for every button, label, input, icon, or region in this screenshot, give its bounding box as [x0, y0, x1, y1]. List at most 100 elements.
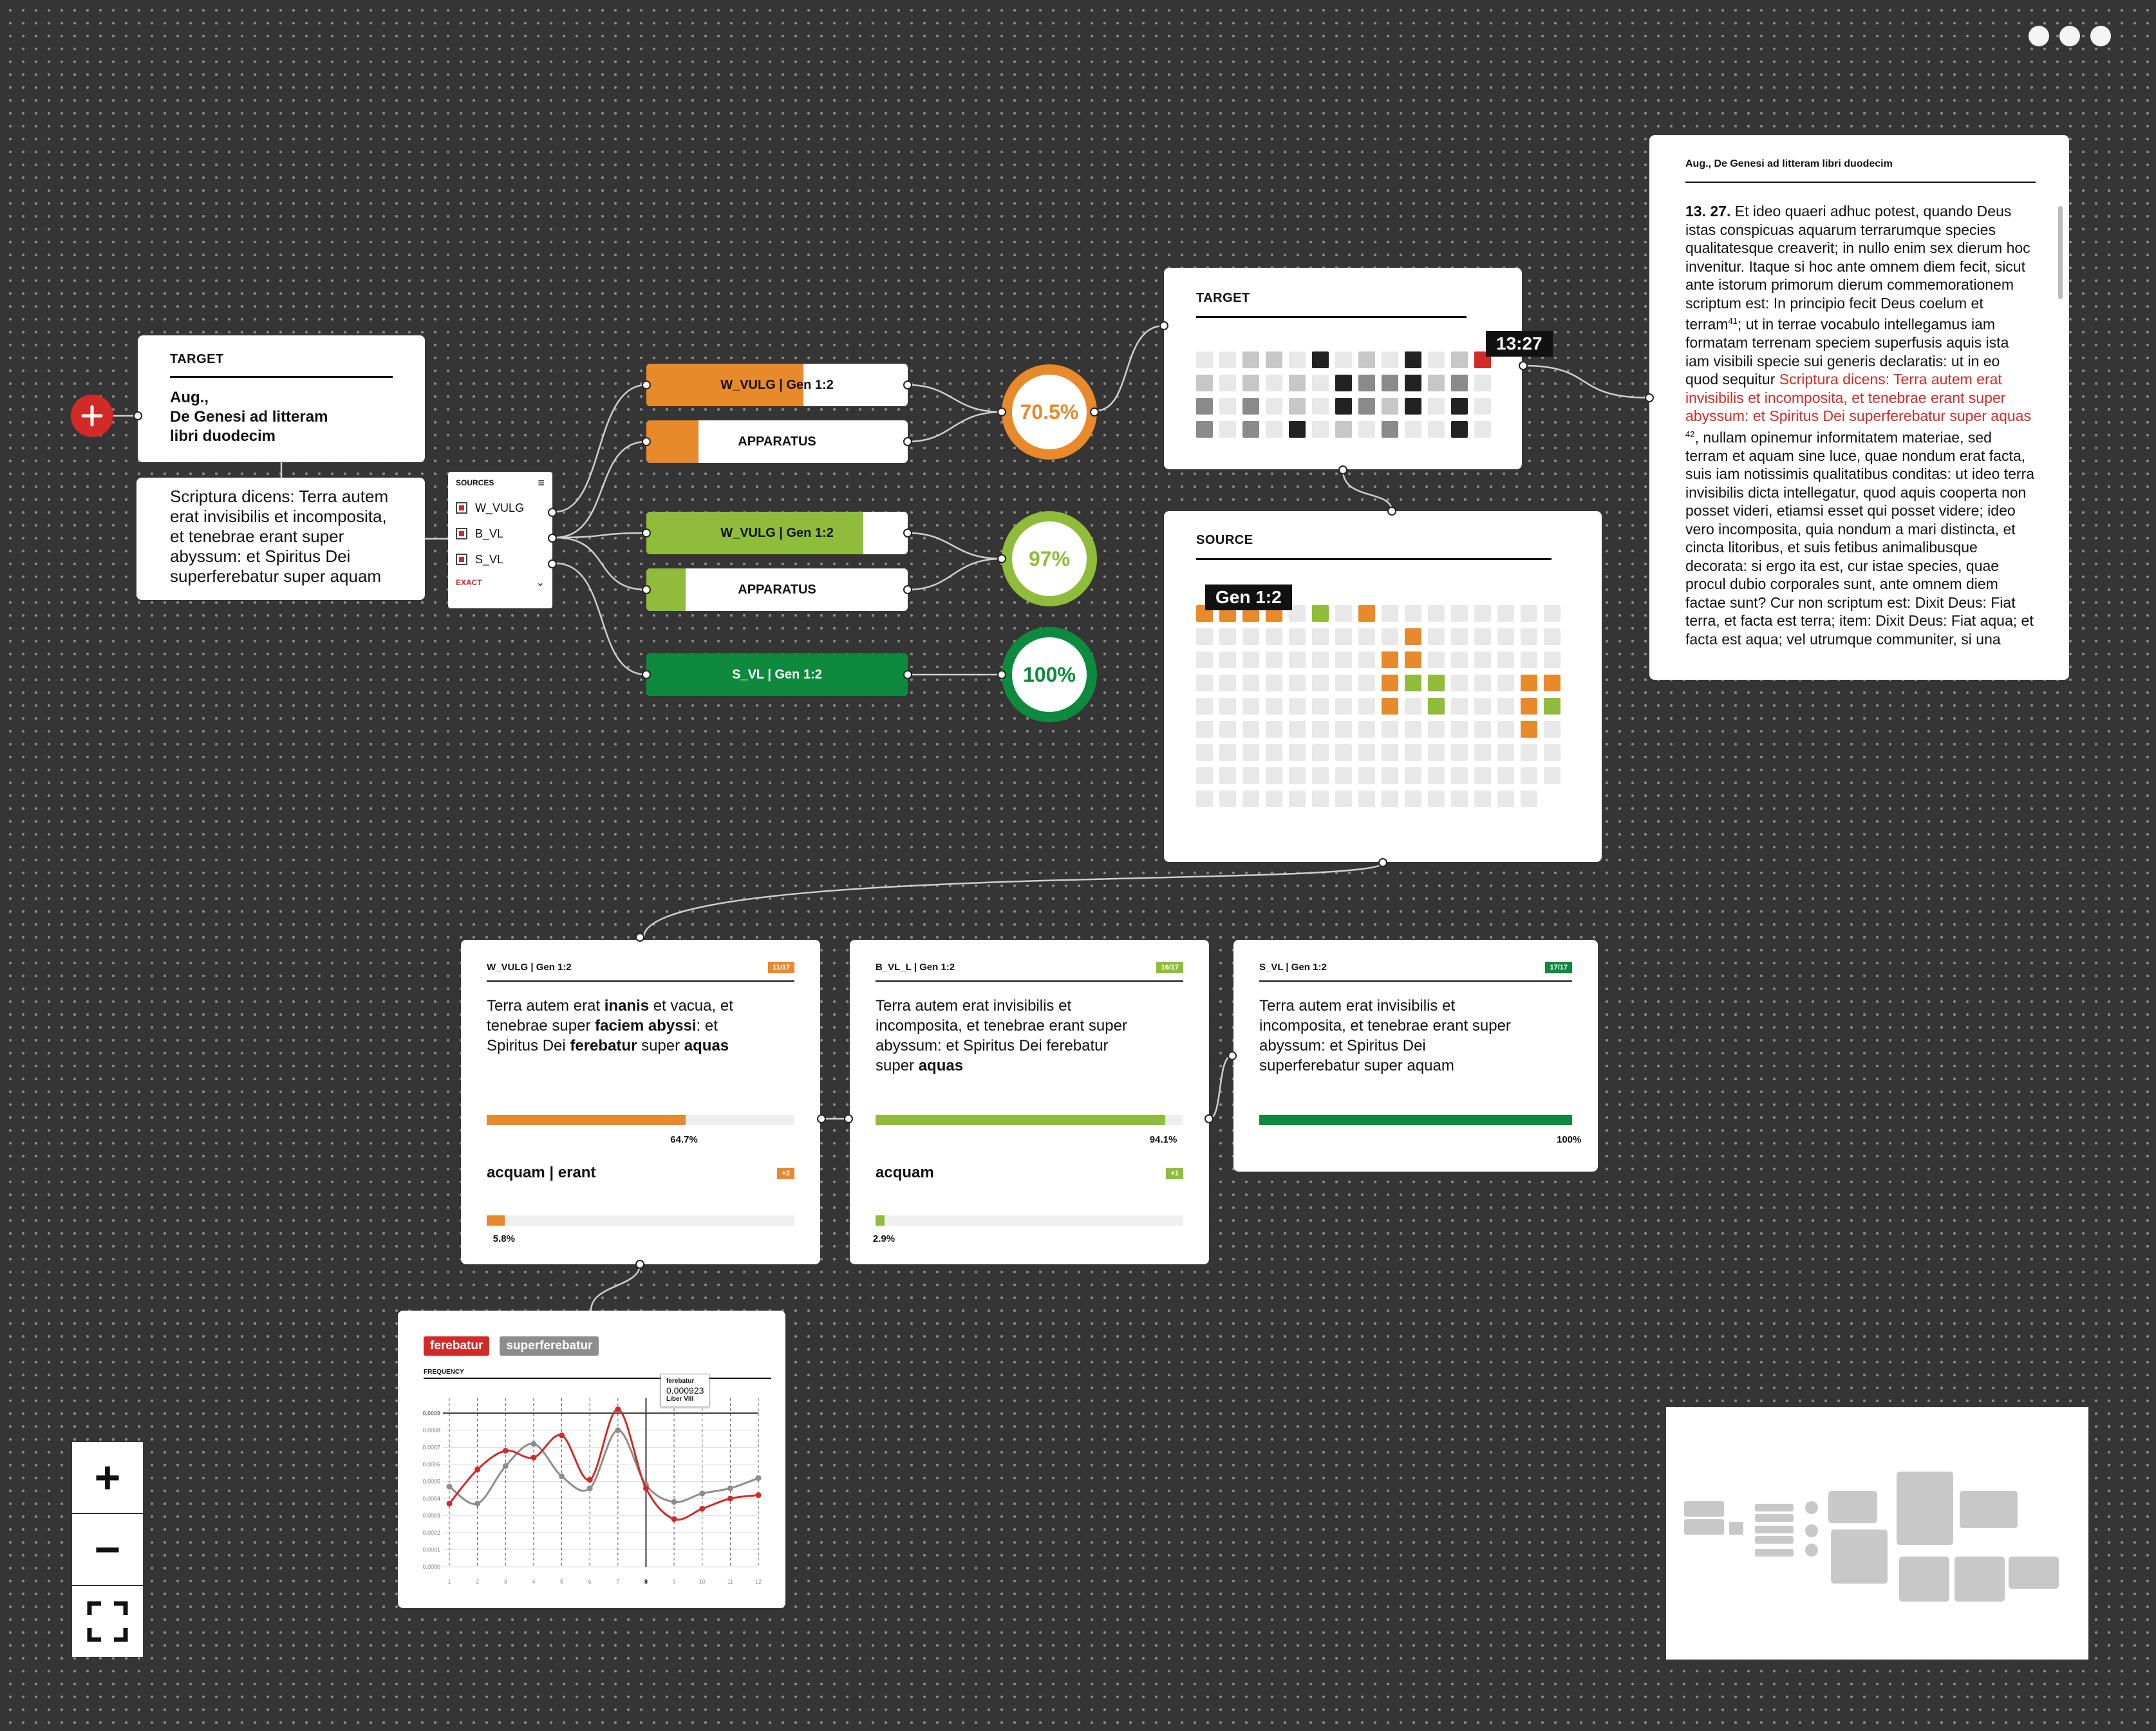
word-cell[interactable]: [1335, 628, 1352, 645]
word-cell[interactable]: [1289, 651, 1306, 668]
connection-port[interactable]: [635, 1260, 644, 1269]
word-cell[interactable]: [1335, 651, 1352, 668]
word-cell[interactable]: [1451, 351, 1468, 368]
connection-port[interactable]: [642, 437, 651, 446]
connection-port[interactable]: [997, 670, 1006, 679]
score-ring[interactable]: 100%: [1002, 627, 1097, 722]
word-cell[interactable]: [1428, 767, 1445, 784]
word-cell[interactable]: [1196, 398, 1213, 415]
connection-port[interactable]: [642, 585, 651, 594]
target-card[interactable]: TARGET Aug., De Genesi ad litteram libri…: [138, 335, 425, 462]
word-cell[interactable]: [1289, 375, 1306, 391]
comparison-card[interactable]: B_VL_L | Gen 1:2 16/17 Terra autem erat in…: [850, 940, 1209, 1264]
word-cell[interactable]: [1428, 421, 1445, 438]
word-cell[interactable]: [1266, 628, 1282, 645]
word-cell[interactable]: [1242, 675, 1259, 691]
word-cell[interactable]: [1219, 398, 1236, 415]
word-cell[interactable]: [1196, 721, 1213, 738]
word-cell[interactable]: [1312, 351, 1329, 368]
connection-port[interactable]: [642, 380, 651, 389]
word-cell[interactable]: [1405, 421, 1421, 438]
word-cell[interactable]: [1497, 791, 1514, 807]
word-cell[interactable]: [1335, 421, 1352, 438]
word-cell[interactable]: [1428, 791, 1445, 807]
word-cell[interactable]: [1312, 721, 1329, 738]
word-cell[interactable]: [1474, 421, 1491, 438]
window-dot-icon[interactable]: [2090, 26, 2111, 46]
word-cell[interactable]: [1497, 767, 1514, 784]
word-cell[interactable]: [1312, 651, 1329, 668]
word-cell[interactable]: [1544, 605, 1561, 622]
word-cell[interactable]: [1451, 675, 1468, 691]
word-cell[interactable]: [1335, 744, 1352, 761]
word-cell[interactable]: [1358, 351, 1375, 368]
connection-port[interactable]: [642, 529, 651, 538]
word-cell[interactable]: [1451, 375, 1468, 391]
word-cell[interactable]: [1289, 351, 1306, 368]
reading-scrollbar[interactable]: [2058, 206, 2063, 299]
minimap[interactable]: [1666, 1407, 2088, 1660]
word-cell[interactable]: [1289, 698, 1306, 715]
connection-port[interactable]: [133, 411, 142, 420]
word-cell[interactable]: [1405, 375, 1421, 391]
word-cell[interactable]: [1358, 698, 1375, 715]
word-cell[interactable]: [1312, 398, 1329, 415]
word-cell[interactable]: [1289, 675, 1306, 691]
word-cell[interactable]: [1289, 398, 1306, 415]
word-cell[interactable]: [1428, 605, 1445, 622]
connection-port[interactable]: [817, 1114, 826, 1123]
word-cell[interactable]: [1544, 767, 1561, 784]
word-cell[interactable]: [1358, 721, 1375, 738]
word-cell[interactable]: [1474, 675, 1491, 691]
word-cell[interactable]: [1382, 375, 1398, 391]
word-cell[interactable]: [1428, 628, 1445, 645]
word-cell[interactable]: [1405, 628, 1421, 645]
word-cell[interactable]: [1521, 605, 1537, 622]
word-cell[interactable]: [1382, 721, 1398, 738]
word-cell[interactable]: [1289, 791, 1306, 807]
word-cell[interactable]: [1335, 375, 1352, 391]
word-cell[interactable]: [1428, 398, 1445, 415]
word-cell[interactable]: [1497, 675, 1514, 691]
word-cell[interactable]: [1219, 628, 1236, 645]
word-cell[interactable]: [1266, 375, 1282, 391]
connection-port[interactable]: [903, 670, 912, 679]
word-cell[interactable]: [1497, 651, 1514, 668]
connection-port[interactable]: [903, 529, 912, 538]
word-cell[interactable]: [1266, 421, 1282, 438]
zoom-in-button[interactable]: +: [72, 1442, 143, 1513]
word-cell[interactable]: [1521, 675, 1537, 691]
word-cell[interactable]: [1219, 375, 1236, 391]
word-cell[interactable]: [1382, 791, 1398, 807]
word-cell[interactable]: [1196, 628, 1213, 645]
word-cell[interactable]: [1544, 651, 1561, 668]
connection-port[interactable]: [1205, 1114, 1214, 1123]
word-cell[interactable]: [1335, 351, 1352, 368]
window-dot-icon[interactable]: [2059, 26, 2080, 46]
source-pill[interactable]: W_VULG | Gen 1:2: [646, 512, 908, 554]
word-cell[interactable]: [1312, 791, 1329, 807]
connection-port[interactable]: [1387, 507, 1396, 516]
word-cell[interactable]: [1242, 744, 1259, 761]
word-cell[interactable]: [1289, 628, 1306, 645]
word-cell[interactable]: [1521, 651, 1537, 668]
word-cell[interactable]: [1521, 721, 1537, 738]
word-cell[interactable]: [1474, 721, 1491, 738]
word-cell[interactable]: [1544, 628, 1561, 645]
word-cell[interactable]: [1428, 675, 1445, 691]
word-cell[interactable]: [1312, 605, 1329, 622]
word-cell[interactable]: [1335, 605, 1352, 622]
word-cell[interactable]: [1405, 651, 1421, 668]
word-cell[interactable]: [1497, 605, 1514, 622]
connection-port[interactable]: [548, 559, 557, 568]
word-cell[interactable]: [1266, 698, 1282, 715]
word-cell[interactable]: [1474, 744, 1491, 761]
word-cell[interactable]: [1219, 421, 1236, 438]
target-text-card[interactable]: Scriptura dicens: Terra autem erat invis…: [136, 478, 425, 600]
word-cell[interactable]: [1242, 698, 1259, 715]
checkbox-icon[interactable]: [456, 554, 467, 565]
word-cell[interactable]: [1382, 651, 1398, 668]
window-dot-icon[interactable]: [2029, 26, 2049, 46]
word-cell[interactable]: [1451, 605, 1468, 622]
comparison-card[interactable]: S_VL | Gen 1:2 17/17 Terra autem erat invi…: [1233, 940, 1598, 1172]
